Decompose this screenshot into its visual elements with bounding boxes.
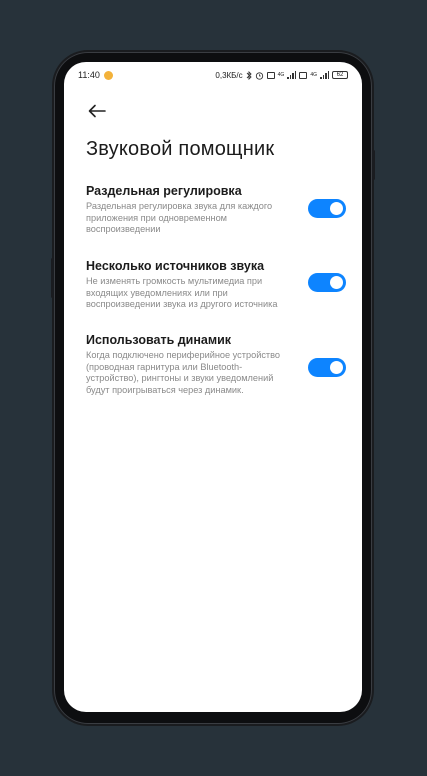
setting-multiple-sources[interactable]: Несколько источников звука Не изменять г… (86, 259, 346, 311)
volume-button (51, 258, 54, 298)
setting-use-speaker[interactable]: Использовать динамик Когда подключено пе… (86, 333, 346, 396)
status-time: 11:40 (78, 70, 100, 80)
sim2-label: 4G (310, 72, 317, 78)
status-left: 11:40 (78, 70, 113, 80)
toggle-knob (330, 361, 343, 374)
toggle-switch[interactable] (308, 199, 346, 218)
setting-title: Несколько источников звука (86, 259, 265, 273)
phone-screen: 11:40 0,3КБ/с 4G 4G 62 Звуковой помощник… (64, 62, 362, 712)
toggle-switch[interactable] (308, 273, 346, 292)
toggle-switch[interactable] (308, 358, 346, 377)
setting-description: Раздельная регулировка звука для каждого… (86, 201, 273, 235)
setting-description: Не изменять громкость мультимедиа при вх… (86, 276, 278, 310)
sim1-label: 4G (277, 72, 285, 78)
power-button (372, 150, 375, 180)
notification-dot-icon (103, 70, 113, 80)
alarm-icon (255, 71, 263, 80)
status-right: 0,3КБ/с 4G 4G 62 (215, 70, 348, 80)
toggle-knob (330, 202, 343, 215)
back-button[interactable] (86, 100, 108, 122)
status-bar: 11:40 0,3КБ/с 4G 4G 62 (64, 62, 362, 88)
setting-separate-adjustment[interactable]: Раздельная регулировка Раздельная регули… (86, 184, 346, 236)
sim2-icon (299, 71, 308, 79)
setting-title: Раздельная регулировка (86, 184, 242, 198)
signal-icon (287, 71, 297, 79)
battery-level: 62 (336, 72, 344, 78)
page-title: Звуковой помощник (86, 138, 275, 160)
signal-icon-2 (320, 71, 329, 79)
arrow-left-icon (88, 104, 106, 118)
battery-icon: 62 (332, 71, 348, 79)
bluetooth-icon (246, 70, 252, 80)
sim1-icon (266, 71, 275, 79)
setting-description: Когда подключено периферийное устройство… (86, 350, 281, 395)
toggle-knob (330, 276, 343, 289)
network-speed: 0,3КБ/с (215, 70, 243, 80)
setting-title: Использовать динамик (86, 333, 232, 347)
